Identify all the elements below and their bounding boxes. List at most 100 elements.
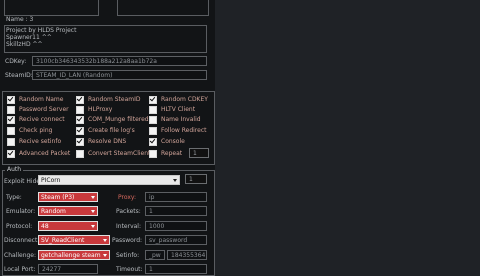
timeout-field[interactable]: 1 (145, 264, 207, 274)
checkbox-box[interactable] (149, 137, 157, 146)
cdkey-label: CDKey: (5, 58, 27, 65)
checkbox-com-munge[interactable]: COM_Munge filtered (76, 115, 149, 124)
interval-label: Interval: (116, 223, 141, 230)
password-field[interactable]: sv_password (145, 235, 207, 245)
protocol-label: Protocol: (6, 223, 33, 230)
checkbox-label: Recive setinfo (19, 138, 62, 145)
checkbox-label: HLProxy (88, 106, 113, 113)
exploit-hide-label: Exploit Hide: (4, 178, 43, 185)
checkbox-box[interactable] (149, 105, 157, 114)
cdkey-field[interactable]: 3100cb346343532b188a212a8aa1b72a (32, 56, 207, 66)
checkbox-password-server[interactable]: Password Server (7, 105, 69, 114)
password-label: Password: (112, 237, 143, 244)
checkbox-box[interactable] (7, 105, 15, 114)
checkbox-label: Console (161, 138, 185, 145)
checkbox-box[interactable] (76, 105, 84, 114)
emulator-value: Random (41, 208, 66, 215)
checkbox-convert-steamclient[interactable]: Convert SteamClient (76, 149, 150, 158)
checkbox-name-invalid[interactable]: Name Invalid (149, 115, 201, 124)
checkbox-label: Name Invalid (161, 116, 201, 123)
exploit-count-input[interactable]: 1 (185, 174, 207, 184)
checkbox-box[interactable] (76, 126, 84, 135)
checkbox-random-name[interactable]: Random Name (7, 95, 63, 104)
protocol-value: 48 (41, 223, 49, 230)
checkbox-random-cdkey[interactable]: Random CDKEY (149, 95, 208, 104)
checkbox-box[interactable] (149, 95, 157, 104)
checkbox-box[interactable] (76, 95, 84, 104)
checkbox-follow-redirect[interactable]: Follow Redirect (149, 126, 206, 135)
repeat-count-input[interactable]: 1 (189, 148, 209, 158)
checkbox-label: Random SteamID (88, 96, 141, 103)
packets-label: Packets: (116, 208, 141, 215)
disconnect-select[interactable]: SV_ReadClient (38, 235, 110, 245)
checkbox-hlproxy[interactable]: HLProxy (76, 105, 112, 114)
checkbox-label: Resolve DNS (88, 138, 127, 145)
checkbox-box[interactable] (149, 149, 157, 158)
type-select[interactable]: Steam (P3) (38, 192, 98, 202)
checkbox-label: COM_Munge filtered (88, 116, 149, 123)
checkbox-label: Repeat (161, 150, 183, 157)
setinfo-label: Setinfo: (116, 252, 140, 259)
name-line: Name : 3 (6, 16, 34, 23)
type-value: Steam (P3) (41, 194, 75, 201)
checkbox-box[interactable] (7, 95, 15, 104)
checkbox-box[interactable] (7, 126, 15, 135)
checkbox-label: Random Name (19, 96, 64, 103)
checkbox-box[interactable] (149, 126, 157, 135)
checkbox-box[interactable] (7, 115, 15, 124)
checkbox-recive-setinfo[interactable]: Recive setinfo (7, 137, 61, 146)
packets-field[interactable]: 1 (145, 206, 207, 216)
checkbox-random-steamid[interactable]: Random SteamID (76, 95, 141, 104)
top-left-panel (4, 0, 99, 16)
checkbox-label: Create file log's (88, 127, 135, 134)
description-box[interactable]: Project by HLDS Project Spawner11 ^^ Ski… (4, 25, 207, 53)
auth-group-title: Auth (5, 166, 24, 173)
setinfo-value-field[interactable]: 184355364 (167, 250, 207, 260)
checkbox-label: Advanced Packet (19, 150, 71, 157)
chevron-down-icon (91, 196, 95, 199)
checkbox-label: Convert SteamClient (88, 150, 151, 157)
disconnect-label: Disconnect: (4, 237, 40, 244)
challenge-value: getchallenge steam (41, 252, 101, 259)
proxy-label: Proxy: (118, 194, 137, 201)
top-right-panel (117, 0, 209, 16)
checkbox-box[interactable] (7, 137, 15, 146)
checkbox-box[interactable] (149, 115, 157, 124)
checkbox-advanced-packet[interactable]: Advanced Packet (7, 149, 70, 158)
interval-field[interactable]: 1000 (145, 221, 207, 231)
local-port-field[interactable]: 24277 (38, 264, 98, 274)
checkbox-resolve-dns[interactable]: Resolve DNS (76, 137, 126, 146)
checkbox-box[interactable] (76, 149, 84, 158)
chevron-down-icon (91, 210, 95, 213)
type-label: Type: (6, 194, 22, 201)
checkbox-label: Follow Redirect (161, 127, 207, 134)
checkbox-recive-connect[interactable]: Recive connect (7, 115, 65, 124)
checkbox-label: Password Server (19, 106, 69, 113)
checkbox-box[interactable] (7, 149, 15, 158)
checkbox-repeat[interactable]: Repeat (149, 149, 182, 158)
description-line: Project by HLDS Project (6, 27, 77, 34)
proxy-field[interactable]: ip (145, 192, 207, 202)
exploit-hide-value: PICorn (41, 177, 61, 184)
chevron-down-icon (91, 225, 95, 228)
chevron-down-icon (103, 254, 107, 257)
checkbox-create-logs[interactable]: Create file log's (76, 126, 135, 135)
emulator-select[interactable]: Random (38, 206, 98, 216)
checkbox-label: Recive connect (19, 116, 65, 123)
options-group: Random Name Password Server Recive conne… (2, 91, 215, 165)
setinfo-key-field[interactable]: _pw (145, 250, 165, 260)
empty-right-pane (215, 0, 480, 270)
steamid-field[interactable]: STEAM_ID_LAN (Random) (32, 70, 207, 80)
checkbox-box[interactable] (76, 137, 84, 146)
protocol-select[interactable]: 48 (38, 221, 98, 231)
checkbox-box[interactable] (76, 115, 84, 124)
disconnect-value: SV_ReadClient (41, 237, 85, 244)
challenge-select[interactable]: getchallenge steam (38, 250, 110, 260)
checkbox-check-ping[interactable]: Check ping (7, 126, 52, 135)
checkbox-console[interactable]: Console (149, 137, 185, 146)
checkbox-label: Random CDKEY (161, 96, 208, 103)
challenge-label: Challenge: (4, 252, 37, 259)
app-window: Name : 3 Project by HLDS Project Spawner… (0, 0, 215, 276)
checkbox-hltv-client[interactable]: HLTV Client (149, 105, 195, 114)
exploit-hide-select[interactable]: PICorn (38, 175, 180, 185)
